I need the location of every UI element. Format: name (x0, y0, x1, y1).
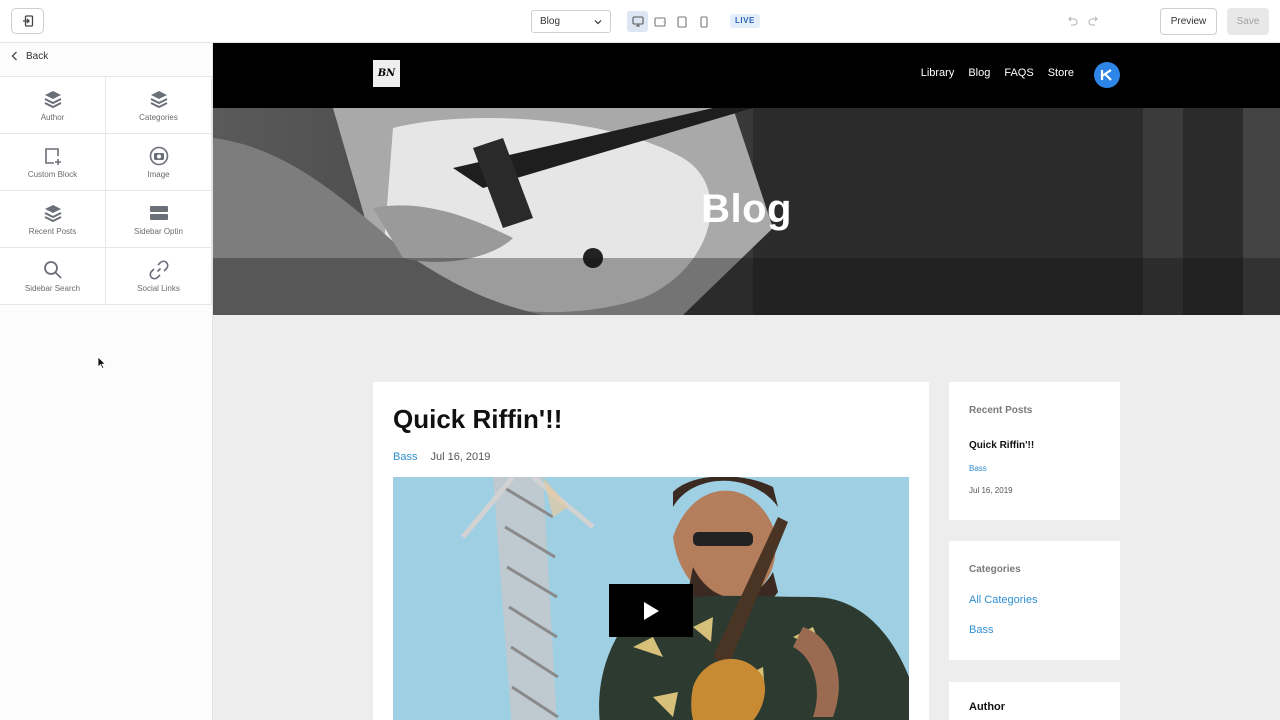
tablet-portrait-view-button[interactable] (671, 11, 692, 32)
tile-label: Image (147, 169, 170, 179)
element-grid: Author Categories Custom Block Image Rec… (0, 76, 212, 305)
tile-image[interactable]: Image (106, 134, 212, 191)
post-video[interactable] (393, 477, 909, 720)
tile-recent-posts[interactable]: Recent Posts (0, 191, 106, 248)
tablet-portrait-icon (676, 15, 687, 28)
redo-icon[interactable] (1088, 15, 1100, 27)
undo-icon[interactable] (1066, 15, 1078, 27)
editor-toolbar: Blog LIVE Preview Save (0, 0, 1280, 43)
tile-custom-block[interactable]: Custom Block (0, 134, 106, 191)
exit-icon (22, 15, 33, 27)
site-header: BN Library Blog FAQS Store (213, 43, 1280, 108)
page-select[interactable]: Blog (531, 10, 611, 33)
nav-link-library[interactable]: Library (921, 67, 955, 79)
desktop-icon (631, 16, 644, 27)
recent-post-link[interactable]: Quick Riffin'!! (969, 440, 1034, 451)
chevron-left-icon (11, 51, 17, 61)
tile-label: Categories (139, 112, 178, 122)
link-icon (148, 259, 169, 280)
recent-posts-widget: Recent Posts Quick Riffin'!! Bass Jul 16… (949, 382, 1120, 520)
back-label: Back (26, 50, 49, 62)
nav-link-blog[interactable]: Blog (968, 67, 990, 79)
tile-categories[interactable]: Categories (106, 77, 212, 134)
layers-icon (150, 90, 167, 108)
live-badge: LIVE (730, 14, 760, 28)
tile-sidebar-optin[interactable]: Sidebar Optin (106, 191, 212, 248)
tile-social-links[interactable]: Social Links (106, 248, 212, 305)
camera-icon (149, 146, 168, 165)
add-block-icon (44, 147, 61, 165)
desktop-view-button[interactable] (627, 11, 648, 32)
page-select-value: Blog (540, 16, 561, 27)
post-title[interactable]: Quick Riffin'!! (393, 404, 562, 435)
categories-widget: Categories All Categories Bass (949, 541, 1120, 660)
recent-post-category-link[interactable]: Bass (969, 464, 987, 473)
mobile-icon (699, 15, 708, 28)
tile-label: Custom Block (27, 169, 78, 179)
brand-k-icon (1100, 69, 1112, 81)
preview-button[interactable]: Preview (1160, 8, 1217, 35)
optin-icon (149, 205, 168, 220)
author-widget: Author (949, 682, 1120, 720)
categories-title: Categories (969, 564, 1021, 575)
recent-posts-title: Recent Posts (969, 405, 1033, 416)
layers-icon (44, 204, 61, 222)
post-meta: Bass Jul 16, 2019 (393, 451, 490, 463)
tile-label: Author (40, 112, 65, 122)
tile-label: Sidebar Search (24, 283, 81, 293)
layers-icon (44, 90, 61, 108)
tablet-landscape-view-button[interactable] (649, 11, 670, 32)
tile-label: Social Links (137, 283, 180, 293)
page-canvas: BN Library Blog FAQS Store Blog Quick Ri… (213, 43, 1280, 720)
tile-label: Sidebar Optin (134, 226, 183, 236)
hero-banner: Blog (213, 108, 1280, 315)
tile-sidebar-search[interactable]: Sidebar Search (0, 248, 106, 305)
mouse-cursor-icon (97, 356, 107, 370)
element-panel: Back Author Categories Custom Block Imag… (0, 43, 213, 720)
play-icon (644, 601, 659, 620)
post-card: Quick Riffin'!! Bass Jul 16, 2019 (373, 382, 929, 720)
author-title: Author (969, 701, 1006, 713)
play-button[interactable] (609, 584, 693, 637)
category-link-all[interactable]: All Categories (969, 594, 1037, 606)
save-button[interactable]: Save (1227, 8, 1269, 35)
post-category-link[interactable]: Bass (393, 451, 417, 463)
site-logo[interactable]: BN (373, 60, 400, 87)
mobile-view-button[interactable] (693, 11, 714, 32)
site-nav: Library Blog FAQS Store (921, 67, 1074, 79)
tile-author[interactable]: Author (0, 77, 106, 134)
chevron-down-icon (594, 19, 602, 24)
device-switcher (627, 11, 714, 32)
recent-post-date: Jul 16, 2019 (969, 486, 1013, 495)
back-button[interactable]: Back (11, 49, 48, 63)
hero-title: Blog (701, 187, 792, 231)
post-date: Jul 16, 2019 (430, 451, 491, 463)
nav-link-faqs[interactable]: FAQS (1004, 67, 1033, 79)
tile-label: Recent Posts (28, 226, 77, 236)
nav-link-store[interactable]: Store (1048, 67, 1074, 79)
avatar[interactable] (1094, 62, 1120, 88)
search-icon (43, 260, 62, 279)
exit-editor-button[interactable] (11, 8, 44, 34)
category-link-bass[interactable]: Bass (969, 624, 993, 636)
tablet-landscape-icon (653, 16, 666, 27)
